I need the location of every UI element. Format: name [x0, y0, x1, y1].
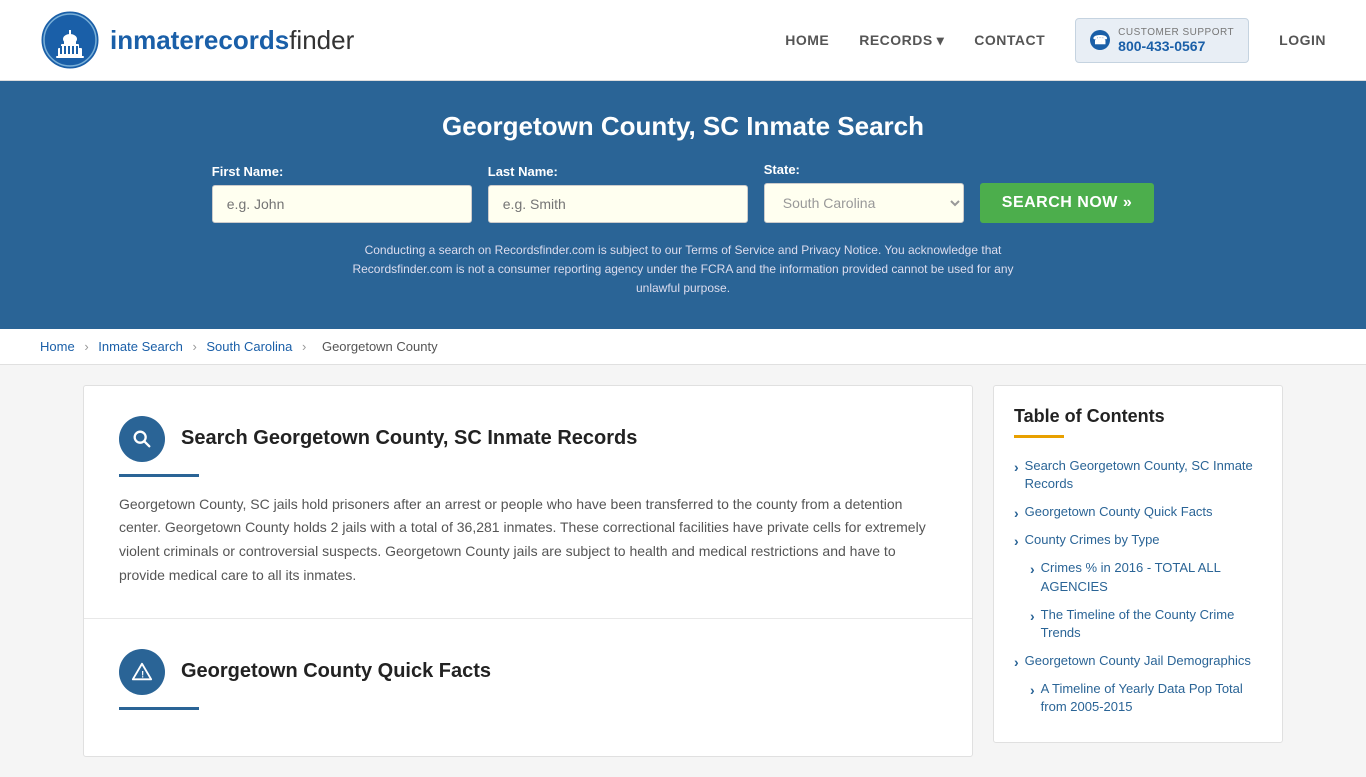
- toc-chevron-6: [1030, 682, 1035, 698]
- first-name-group: First Name:: [212, 164, 472, 223]
- state-select[interactable]: South Carolina Alabama Alaska Arizona Ar…: [764, 183, 964, 223]
- nav-records[interactable]: RECORDS: [859, 32, 944, 49]
- search-form: First Name: Last Name: State: South Caro…: [40, 162, 1326, 223]
- first-name-input[interactable]: [212, 185, 472, 223]
- section-title-2: Georgetown County Quick Facts: [181, 660, 491, 683]
- toc-link-5[interactable]: Georgetown County Jail Demographics: [1025, 652, 1251, 670]
- toc-title: Table of Contents: [1014, 406, 1262, 427]
- svg-text:!: !: [141, 669, 144, 679]
- last-name-label: Last Name:: [488, 164, 558, 179]
- hero-title: Georgetown County, SC Inmate Search: [40, 111, 1326, 142]
- quick-facts-section: ! Georgetown County Quick Facts: [84, 619, 972, 756]
- toc-chevron-4: [1030, 608, 1035, 624]
- state-group: State: South Carolina Alabama Alaska Ari…: [764, 162, 964, 223]
- main-content: Search Georgetown County, SC Inmate Reco…: [43, 385, 1323, 757]
- nav-home[interactable]: HOME: [785, 32, 829, 48]
- nav-contact[interactable]: CONTACT: [974, 32, 1045, 48]
- sidebar: Table of Contents Search Georgetown Coun…: [993, 385, 1283, 757]
- hero-section: Georgetown County, SC Inmate Search Firs…: [0, 81, 1366, 329]
- breadcrumb-south-carolina[interactable]: South Carolina: [206, 339, 292, 354]
- breadcrumb-sep-2: ›: [192, 339, 200, 354]
- toc-chevron-0: [1014, 459, 1019, 475]
- search-button[interactable]: SEARCH NOW »: [980, 183, 1154, 223]
- last-name-input[interactable]: [488, 185, 748, 223]
- toc-link-4[interactable]: The Timeline of the County Crime Trends: [1041, 606, 1262, 642]
- article: Search Georgetown County, SC Inmate Reco…: [83, 385, 973, 757]
- inmate-records-section: Search Georgetown County, SC Inmate Reco…: [84, 386, 972, 619]
- toc-item-0[interactable]: Search Georgetown County, SC Inmate Reco…: [1014, 452, 1262, 498]
- first-name-label: First Name:: [212, 164, 284, 179]
- breadcrumb-sep-3: ›: [302, 339, 310, 354]
- headset-icon: ☎: [1090, 30, 1110, 50]
- toc-item-1[interactable]: Georgetown County Quick Facts: [1014, 498, 1262, 526]
- support-text: CUSTOMER SUPPORT 800-433-0567: [1118, 27, 1234, 54]
- section-header-1: Search Georgetown County, SC Inmate Reco…: [119, 416, 937, 462]
- toc-link-2[interactable]: County Crimes by Type: [1025, 531, 1160, 549]
- toc-link-1[interactable]: Georgetown County Quick Facts: [1025, 503, 1213, 521]
- breadcrumb-current: Georgetown County: [322, 339, 438, 354]
- toc-item-4[interactable]: The Timeline of the County Crime Trends: [1014, 601, 1262, 647]
- search-icon-circle: [119, 416, 165, 462]
- logo[interactable]: inmaterecordsfinder: [40, 10, 354, 70]
- section-underline-2: [119, 707, 199, 710]
- toc-link-6[interactable]: A Timeline of Yearly Data Pop Total from…: [1041, 680, 1262, 716]
- toc-link-3[interactable]: Crimes % in 2016 - TOTAL ALL AGENCIES: [1041, 559, 1262, 595]
- state-label: State:: [764, 162, 800, 177]
- toc-underline: [1014, 435, 1064, 438]
- toc-chevron-5: [1014, 654, 1019, 670]
- toc-item-5[interactable]: Georgetown County Jail Demographics: [1014, 647, 1262, 675]
- support-button[interactable]: ☎ CUSTOMER SUPPORT 800-433-0567: [1075, 18, 1249, 63]
- hero-disclaimer: Conducting a search on Recordsfinder.com…: [333, 241, 1033, 299]
- breadcrumb-sep-1: ›: [84, 339, 92, 354]
- toc-link-0[interactable]: Search Georgetown County, SC Inmate Reco…: [1025, 457, 1262, 493]
- logo-icon: [40, 10, 100, 70]
- section-body-1: Georgetown County, SC jails hold prisone…: [119, 493, 937, 588]
- logo-wordmark: inmaterecordsfinder: [110, 25, 354, 56]
- section-title-1: Search Georgetown County, SC Inmate Reco…: [181, 427, 637, 450]
- section-header-2: ! Georgetown County Quick Facts: [119, 649, 937, 695]
- main-nav: HOME RECORDS CONTACT ☎ CUSTOMER SUPPORT …: [785, 18, 1326, 63]
- login-button[interactable]: LOGIN: [1279, 32, 1326, 48]
- breadcrumb: Home › Inmate Search › South Carolina › …: [0, 329, 1366, 365]
- info-icon: !: [131, 661, 153, 683]
- toc-item-2[interactable]: County Crimes by Type: [1014, 526, 1262, 554]
- toc-item-3[interactable]: Crimes % in 2016 - TOTAL ALL AGENCIES: [1014, 554, 1262, 600]
- toc-item-6[interactable]: A Timeline of Yearly Data Pop Total from…: [1014, 675, 1262, 721]
- toc-chevron-1: [1014, 505, 1019, 521]
- info-icon-circle: !: [119, 649, 165, 695]
- section-underline-1: [119, 474, 199, 477]
- site-header: inmaterecordsfinder HOME RECORDS CONTACT…: [0, 0, 1366, 81]
- toc-chevron-2: [1014, 533, 1019, 549]
- breadcrumb-inmate-search[interactable]: Inmate Search: [98, 339, 183, 354]
- search-icon: [131, 428, 153, 450]
- toc-chevron-3: [1030, 561, 1035, 577]
- breadcrumb-home[interactable]: Home: [40, 339, 75, 354]
- toc-box: Table of Contents Search Georgetown Coun…: [993, 385, 1283, 743]
- records-dropdown-icon: [937, 32, 945, 49]
- last-name-group: Last Name:: [488, 164, 748, 223]
